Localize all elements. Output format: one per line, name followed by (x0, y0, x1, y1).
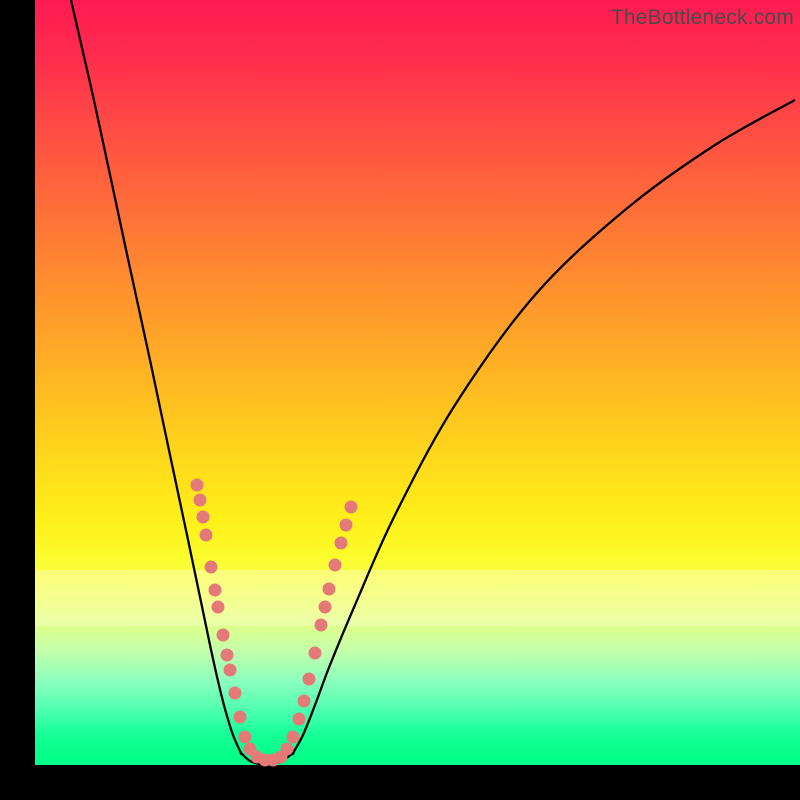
frame: TheBottleneck.com (0, 0, 800, 800)
plot-area: TheBottleneck.com (35, 0, 800, 765)
bottleneck-curve (71, 0, 795, 764)
data-point (345, 501, 358, 514)
data-point (217, 629, 230, 642)
data-point (303, 673, 316, 686)
data-point (209, 584, 222, 597)
data-point (229, 687, 242, 700)
data-point (335, 537, 348, 550)
data-point (234, 711, 247, 724)
data-point (194, 494, 207, 507)
data-point (319, 601, 332, 614)
data-point (221, 649, 234, 662)
data-point (323, 583, 336, 596)
data-point (224, 664, 237, 677)
data-point (340, 519, 353, 532)
data-point (329, 559, 342, 572)
data-point (239, 731, 252, 744)
chart-svg (35, 0, 800, 765)
data-point (200, 529, 213, 542)
data-point (287, 731, 300, 744)
data-point (197, 511, 210, 524)
data-point (298, 695, 311, 708)
scatter-group (191, 479, 358, 767)
data-point (191, 479, 204, 492)
data-point (205, 561, 218, 574)
data-point (315, 619, 328, 632)
data-point (281, 743, 294, 756)
data-point (212, 601, 225, 614)
data-point (293, 713, 306, 726)
data-point (309, 647, 322, 660)
curve-group (71, 0, 795, 764)
